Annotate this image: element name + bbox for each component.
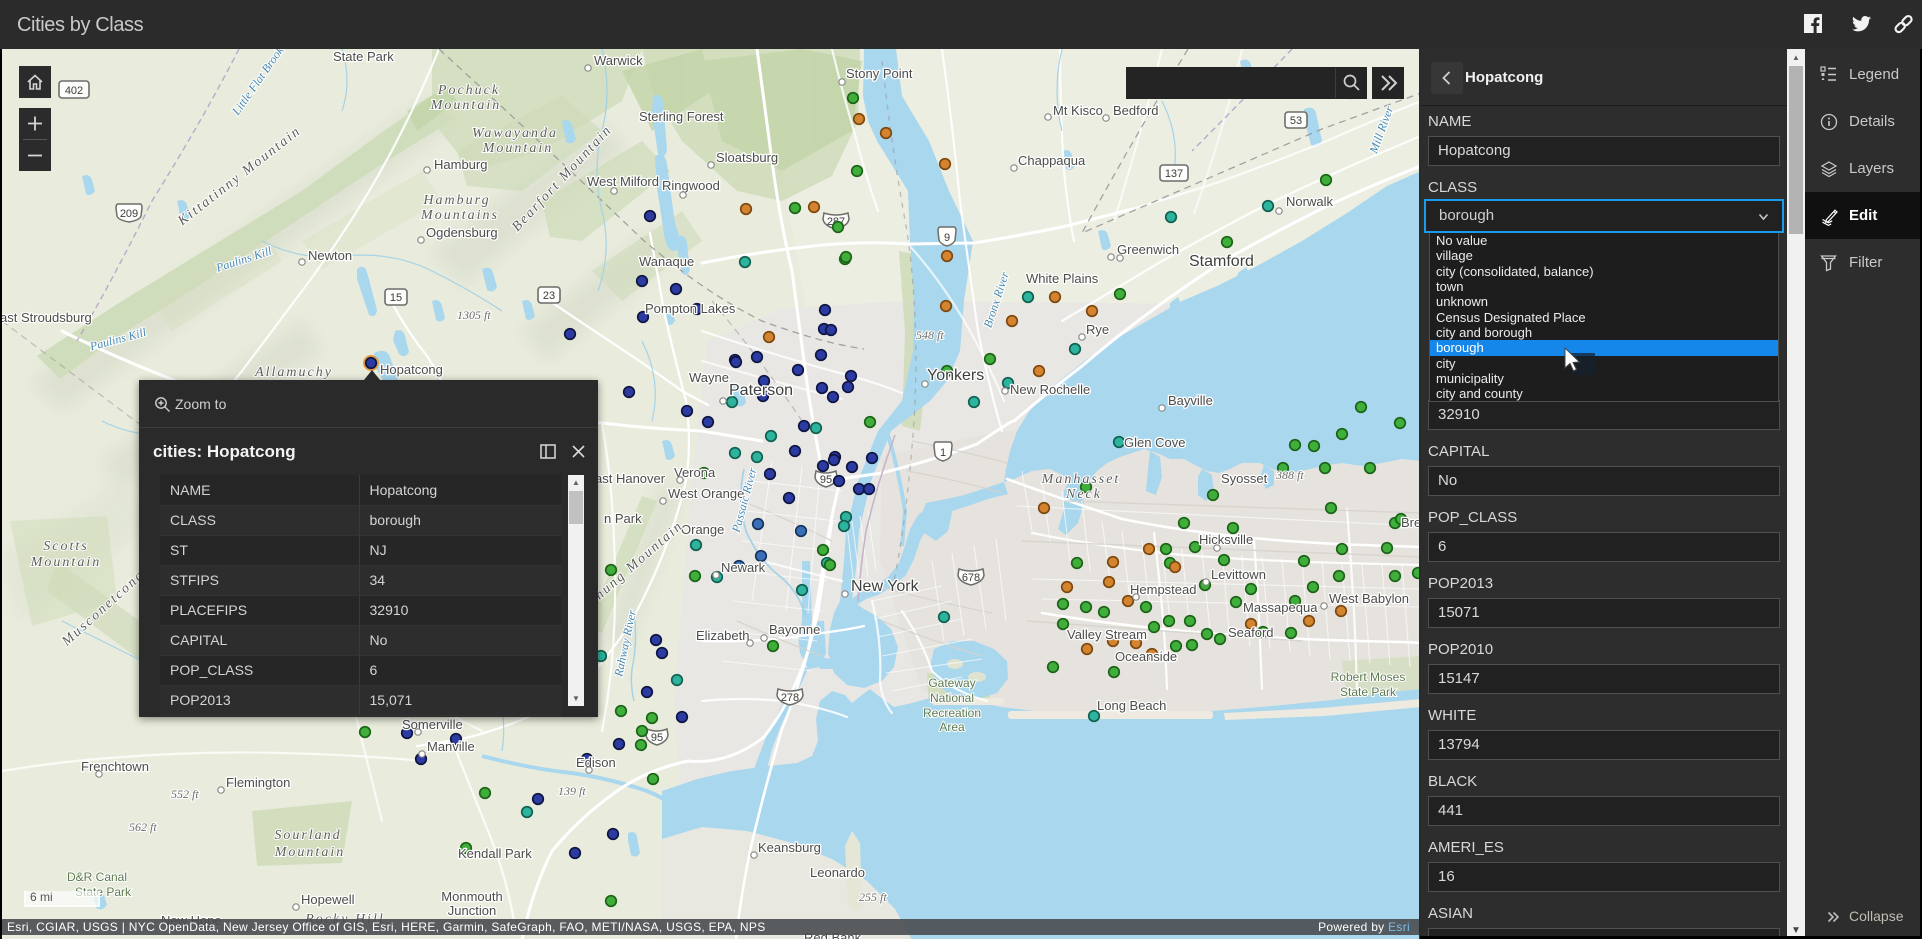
svg-text:Bedford: Bedford — [1113, 103, 1159, 118]
svg-text:Hamburg: Hamburg — [434, 157, 487, 172]
svg-text:Sourland: Sourland — [274, 828, 341, 843]
svg-text:Stony Point: Stony Point — [846, 66, 913, 81]
svg-text:562 ft: 562 ft — [129, 820, 157, 834]
svg-text:1: 1 — [940, 447, 946, 459]
svg-text:Massapequa: Massapequa — [1243, 600, 1318, 615]
svg-text:Bayonne: Bayonne — [769, 622, 820, 637]
svg-text:1305 ft: 1305 ft — [457, 308, 491, 322]
svg-text:678: 678 — [962, 572, 980, 584]
svg-text:Newton: Newton — [308, 248, 352, 263]
svg-text:Hicksville: Hicksville — [1199, 532, 1253, 547]
svg-text:95: 95 — [820, 474, 832, 486]
svg-text:278: 278 — [781, 692, 799, 704]
svg-text:Hopatcong: Hopatcong — [380, 362, 443, 377]
svg-text:Hopewell: Hopewell — [301, 892, 355, 907]
svg-text:Orange: Orange — [681, 522, 724, 537]
svg-text:New York: New York — [851, 578, 920, 595]
svg-text:Levittown: Levittown — [1211, 567, 1266, 582]
svg-text:Leonardo: Leonardo — [810, 865, 865, 880]
svg-text:Oceanside: Oceanside — [1115, 649, 1177, 664]
svg-text:Frenchtown: Frenchtown — [81, 759, 149, 774]
svg-text:Chappaqua: Chappaqua — [1018, 153, 1086, 168]
svg-text:Newark: Newark — [721, 560, 766, 575]
svg-text:Robert Moses: Robert Moses — [1331, 670, 1406, 684]
svg-text:White Plains: White Plains — [1026, 271, 1099, 286]
svg-text:Sloatsburg: Sloatsburg — [716, 150, 778, 165]
svg-text:Allamuchy: Allamuchy — [254, 365, 333, 380]
svg-text:Bre: Bre — [1401, 515, 1419, 530]
svg-text:Glen Cove: Glen Cove — [1124, 435, 1185, 450]
svg-text:Paterson: Paterson — [729, 382, 793, 399]
svg-text:Wayne: Wayne — [689, 370, 729, 385]
svg-text:Manhasset: Manhasset — [1041, 472, 1121, 487]
svg-text:Valley Stream: Valley Stream — [1067, 627, 1147, 642]
svg-text:137: 137 — [1165, 168, 1183, 180]
svg-text:9: 9 — [944, 232, 950, 244]
svg-text:State Park: State Park — [1340, 685, 1397, 699]
svg-text:Mountain: Mountain — [30, 555, 101, 570]
svg-text:National: National — [930, 691, 974, 705]
svg-text:Mountains: Mountains — [420, 208, 499, 223]
svg-text:Junction: Junction — [448, 903, 496, 918]
svg-text:Rye: Rye — [1086, 322, 1109, 337]
svg-text:548 ft: 548 ft — [916, 328, 944, 342]
svg-text:Seaford: Seaford — [1228, 625, 1274, 640]
svg-text:Scotts: Scotts — [43, 539, 88, 554]
svg-text:Wanaque: Wanaque — [639, 254, 694, 269]
svg-text:Gateway: Gateway — [928, 676, 975, 690]
svg-text:Wawayanda: Wawayanda — [472, 126, 558, 141]
svg-text:Monmouth: Monmouth — [441, 889, 502, 904]
svg-text:Norwalk: Norwalk — [1286, 194, 1333, 209]
svg-text:Hempstead: Hempstead — [1130, 582, 1196, 597]
svg-text:23: 23 — [543, 290, 555, 302]
svg-text:Pochuck: Pochuck — [437, 83, 500, 98]
svg-text:Syosset: Syosset — [1221, 471, 1268, 486]
svg-text:Hamburg: Hamburg — [422, 193, 490, 208]
svg-text:ast Stroudsburg: ast Stroudsburg — [2, 310, 92, 325]
svg-text:552 ft: 552 ft — [171, 787, 199, 801]
svg-text:15: 15 — [390, 292, 402, 304]
svg-text:95: 95 — [651, 732, 663, 744]
svg-text:State Park: State Park — [333, 49, 394, 64]
svg-text:Stamford: Stamford — [1189, 253, 1254, 270]
svg-text:209: 209 — [120, 208, 138, 220]
svg-text:255 ft: 255 ft — [859, 890, 887, 904]
svg-text:Somerville: Somerville — [402, 717, 463, 732]
svg-text:West Babylon: West Babylon — [1329, 591, 1409, 606]
svg-text:Keansburg: Keansburg — [758, 840, 821, 855]
svg-text:Kendall Park: Kendall Park — [458, 846, 532, 861]
svg-text:ast Hanover: ast Hanover — [595, 471, 666, 486]
svg-text:Bayville: Bayville — [1168, 393, 1213, 408]
svg-text:Mountain: Mountain — [430, 98, 501, 113]
svg-text:Mountain: Mountain — [274, 845, 345, 860]
svg-text:Edison: Edison — [576, 755, 616, 770]
svg-text:Pompton Lakes: Pompton Lakes — [645, 301, 736, 316]
svg-text:Area: Area — [939, 720, 965, 734]
svg-text:Yonkers: Yonkers — [927, 367, 984, 384]
svg-text:139 ft: 139 ft — [558, 784, 586, 798]
svg-text:West Milford: West Milford — [587, 174, 659, 189]
svg-text:Sterling Forest: Sterling Forest — [639, 109, 724, 124]
svg-text:n Park: n Park — [604, 511, 642, 526]
svg-text:53: 53 — [1290, 115, 1302, 127]
svg-text:Recreation: Recreation — [923, 706, 981, 720]
svg-text:Manville: Manville — [427, 739, 475, 754]
svg-text:402: 402 — [65, 85, 83, 97]
svg-text:Mt Kisco: Mt Kisco — [1053, 103, 1103, 118]
svg-text:Greenwich: Greenwich — [1117, 242, 1179, 257]
svg-text:Ogdensburg: Ogdensburg — [426, 225, 498, 240]
svg-text:Mountain: Mountain — [482, 141, 553, 156]
svg-text:Flemington: Flemington — [226, 775, 290, 790]
svg-text:Neck: Neck — [1065, 487, 1102, 502]
svg-text:West Orange: West Orange — [668, 486, 744, 501]
svg-text:Warwick: Warwick — [594, 53, 643, 68]
svg-text:Elizabeth: Elizabeth — [696, 628, 749, 643]
svg-text:Long Beach: Long Beach — [1097, 698, 1166, 713]
svg-text:D&R Canal: D&R Canal — [67, 870, 127, 884]
svg-text:New Rochelle: New Rochelle — [1010, 382, 1090, 397]
svg-text:388 ft: 388 ft — [1275, 468, 1304, 482]
svg-text:Ringwood: Ringwood — [662, 178, 720, 193]
